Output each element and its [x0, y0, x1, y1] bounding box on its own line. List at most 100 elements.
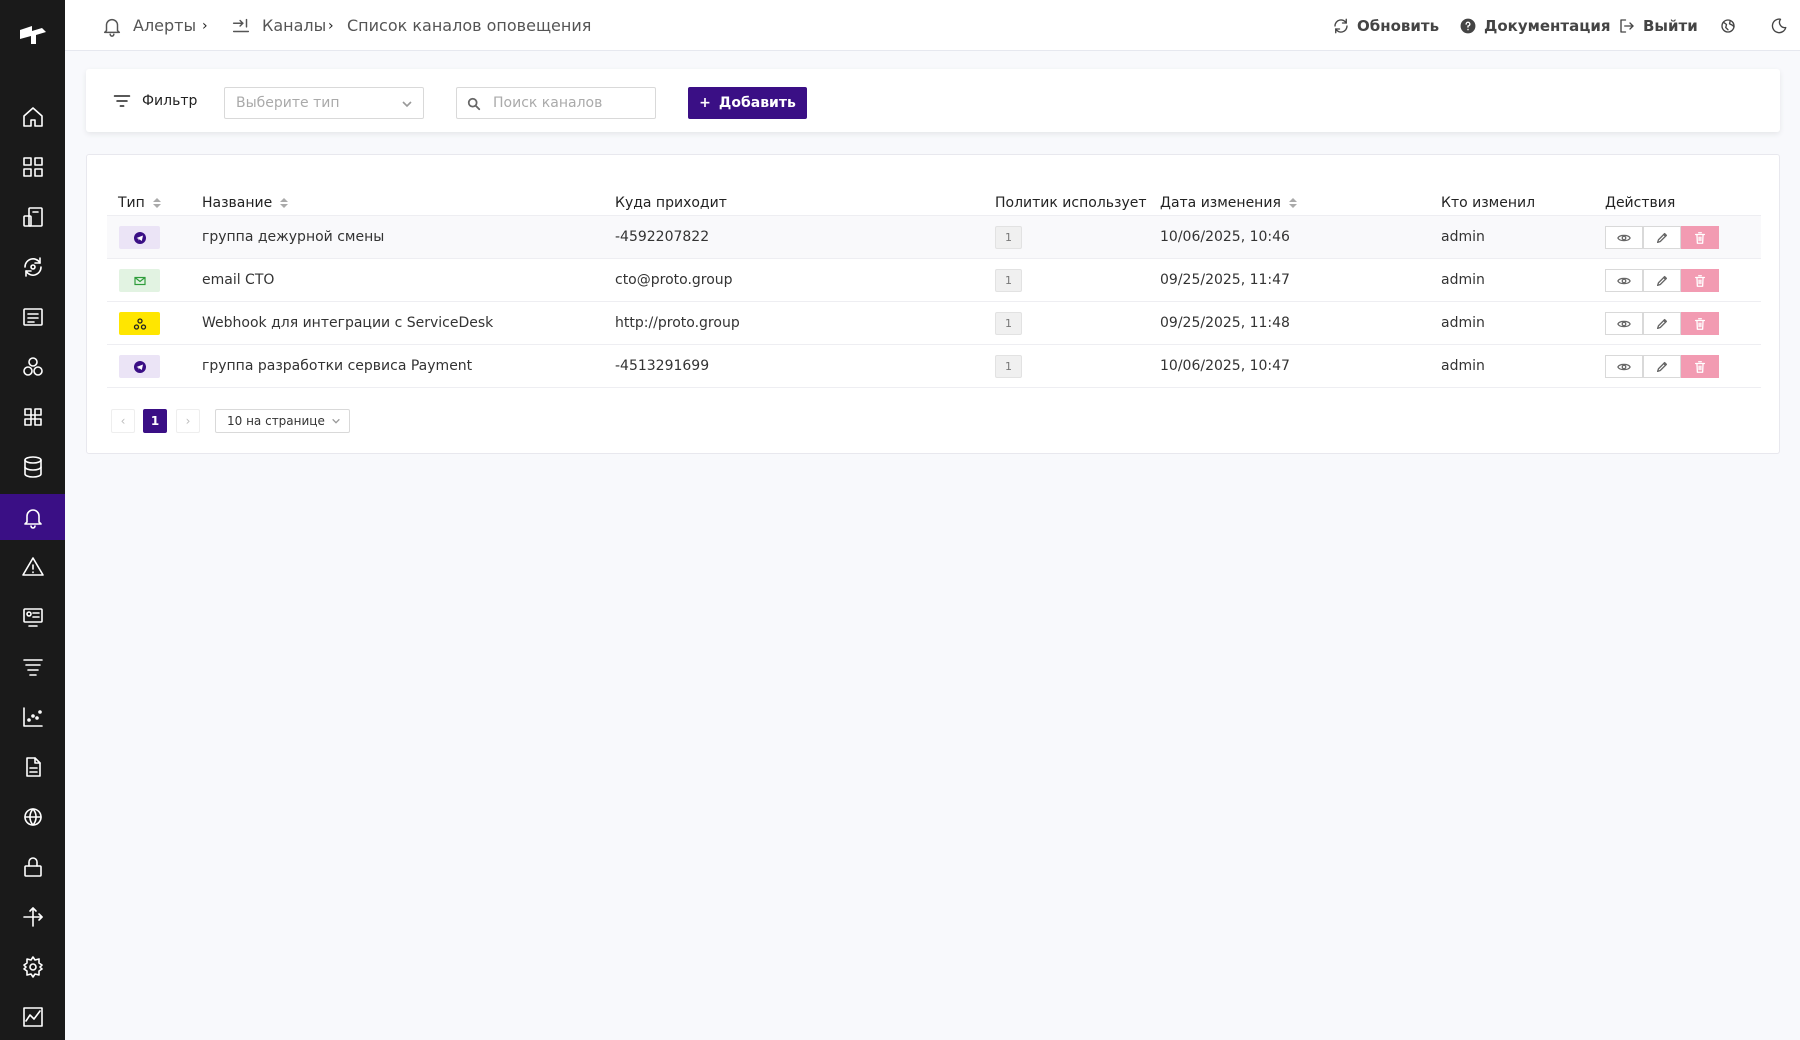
channel-modified: 09/25/2025, 11:47 [1160, 272, 1290, 288]
breadcrumb-alerts-label: Алерты [133, 16, 197, 35]
policies-count: 1 [995, 226, 1022, 249]
sort-icon [1288, 198, 1297, 208]
breadcrumb-channels-label: Каналы [262, 16, 327, 35]
database-icon [23, 456, 42, 478]
policies-count: 1 [995, 355, 1022, 378]
channels-icon [232, 18, 250, 32]
moon-icon [1771, 17, 1787, 33]
table-row[interactable]: группа дежурной смены -4592207822 1 10/0… [107, 216, 1761, 259]
sidebar-item-incidents[interactable] [0, 544, 65, 590]
documentation-label: Документация [1484, 16, 1611, 35]
table-row[interactable]: email CTO cto@proto.group 1 09/25/2025, … [107, 259, 1761, 302]
devices-icon [22, 207, 43, 227]
dashboards-icon [22, 157, 43, 177]
plus-icon: + [699, 95, 711, 111]
edit-button[interactable] [1643, 269, 1681, 292]
column-header-type-label: Тип [118, 195, 145, 211]
sidebar-item-metrics[interactable] [0, 694, 65, 740]
delete-button[interactable] [1681, 269, 1719, 292]
edit-button[interactable] [1643, 355, 1681, 378]
logout-label: Выйти [1643, 16, 1698, 35]
channel-destination: -4513291699 [615, 358, 710, 374]
trash-icon [1694, 317, 1706, 330]
sidebar-item-settings[interactable] [0, 944, 65, 990]
breadcrumb-separator: › [202, 17, 208, 34]
filter-icon [113, 94, 131, 107]
telegram-icon [133, 231, 146, 244]
bell-icon [23, 509, 42, 529]
settings-icon [22, 956, 43, 978]
view-button[interactable] [1605, 226, 1643, 249]
sidebar [0, 0, 65, 1040]
sidebar-item-documents[interactable] [0, 744, 65, 790]
sidebar-item-command[interactable] [0, 394, 65, 440]
sidebar-item-monitoring[interactable] [0, 994, 65, 1040]
sidebar-item-list[interactable] [0, 294, 65, 340]
logout-button[interactable]: Выйти [1618, 0, 1698, 51]
type-select[interactable]: Выберите тип [224, 87, 424, 119]
policies-count: 1 [995, 312, 1022, 335]
pagination-next-button[interactable]: › [176, 409, 200, 433]
theme-toggle-button[interactable] [1770, 0, 1788, 51]
trash-icon [1694, 274, 1706, 287]
sidebar-item-home[interactable] [0, 94, 65, 140]
channel-type-email [119, 269, 160, 292]
chart-icon [22, 707, 43, 727]
delete-button[interactable] [1681, 226, 1719, 249]
sidebar-item-devices[interactable] [0, 194, 65, 240]
sidebar-item-alerts[interactable] [0, 494, 65, 540]
filter-toggle[interactable]: Фильтр [112, 69, 197, 132]
language-button[interactable] [1719, 0, 1737, 51]
sidebar-item-sync[interactable] [0, 244, 65, 290]
edit-button[interactable] [1643, 226, 1681, 249]
proto-logo-icon[interactable] [0, 0, 65, 70]
table-row[interactable]: группа разработки сервиса Payment -45132… [107, 345, 1761, 388]
sidebar-item-database[interactable] [0, 444, 65, 490]
list-icon [22, 308, 43, 326]
pagination-prev-button[interactable]: ‹ [111, 409, 135, 433]
help-icon [1460, 18, 1476, 33]
documentation-button[interactable]: Документация [1459, 0, 1611, 51]
table-row[interactable]: Webhook для интеграции с ServiceDesk htt… [107, 302, 1761, 345]
reports-icon [22, 608, 43, 627]
pencil-icon [1656, 361, 1668, 372]
sidebar-item-routes[interactable] [0, 894, 65, 940]
view-button[interactable] [1605, 269, 1643, 292]
view-button[interactable] [1605, 312, 1643, 335]
column-header-destination-label: Куда приходит [615, 195, 727, 211]
edit-button[interactable] [1643, 312, 1681, 335]
eye-icon [1617, 277, 1631, 284]
channel-destination: http://proto.group [615, 315, 740, 331]
page-size-select[interactable]: 10 на странице [215, 409, 350, 433]
channel-modified: 09/25/2025, 11:48 [1160, 315, 1290, 331]
sidebar-item-reports[interactable] [0, 594, 65, 640]
sidebar-item-network[interactable] [0, 794, 65, 840]
breadcrumb-alerts[interactable]: Алерты [101, 0, 196, 51]
channel-type-telegram [119, 355, 160, 378]
sidebar-item-security[interactable] [0, 844, 65, 890]
add-channel-button[interactable]: + Добавить [688, 87, 807, 119]
breadcrumb-channels[interactable]: Каналы [230, 0, 326, 51]
search-input[interactable] [493, 95, 648, 111]
view-button[interactable] [1605, 355, 1643, 378]
type-select-placeholder: Выберите тип [236, 95, 340, 111]
column-header-modified-label: Дата изменения [1160, 195, 1281, 211]
delete-button[interactable] [1681, 312, 1719, 335]
channel-name: группа дежурной смены [202, 229, 385, 245]
channel-name: Webhook для интеграции с ServiceDesk [202, 315, 494, 331]
column-header-actions-label: Действия [1605, 195, 1676, 211]
channels-table: Тип Название Куда приходит Политик испол… [86, 154, 1780, 454]
search-icon [467, 97, 481, 111]
pencil-icon [1656, 318, 1668, 329]
sort-icon [280, 198, 289, 208]
sidebar-item-filters[interactable] [0, 644, 65, 690]
pagination-page-1[interactable]: 1 [143, 409, 167, 433]
eye-icon [1617, 320, 1631, 327]
sidebar-item-components[interactable] [0, 344, 65, 390]
pencil-icon [1656, 275, 1668, 286]
sidebar-item-dashboards[interactable] [0, 144, 65, 190]
delete-button[interactable] [1681, 355, 1719, 378]
trash-icon [1694, 231, 1706, 244]
column-header-policies-label: Политик использует [995, 195, 1147, 211]
refresh-button[interactable]: Обновить [1332, 0, 1439, 51]
